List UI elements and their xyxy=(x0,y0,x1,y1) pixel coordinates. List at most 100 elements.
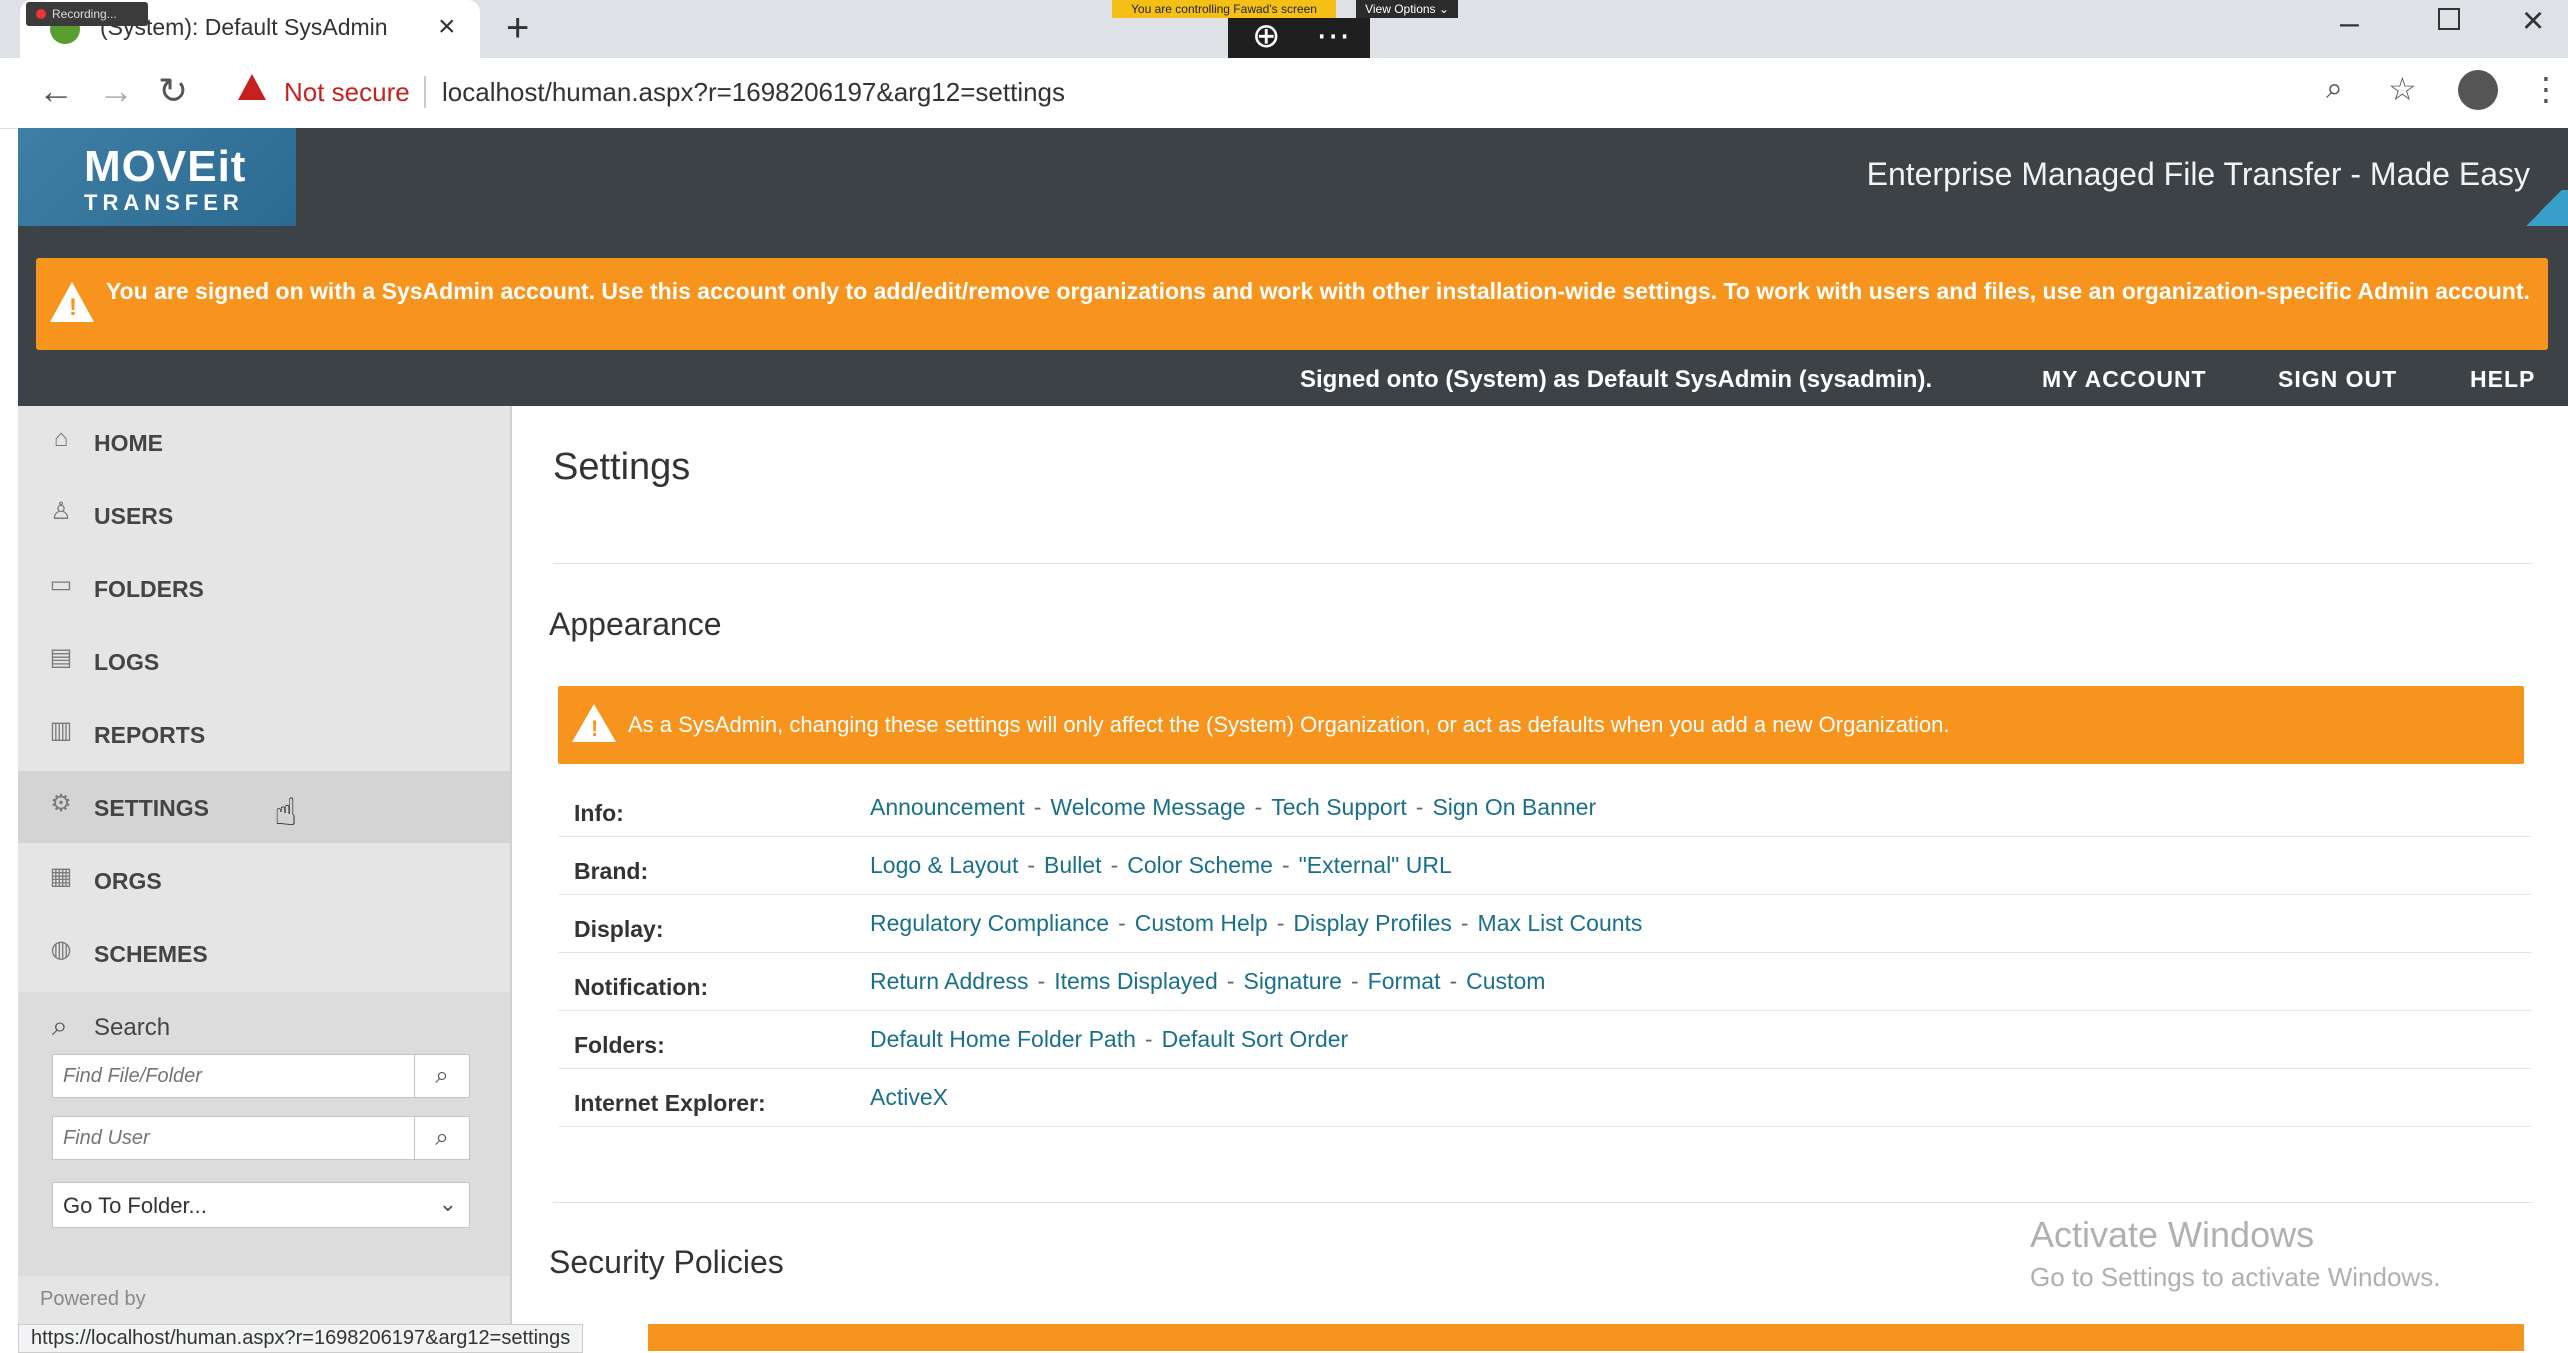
sidebar-item-label: HOME xyxy=(94,430,163,456)
help-link[interactable]: HELP xyxy=(2470,366,2535,393)
settings-link[interactable]: Announcement xyxy=(870,794,1025,820)
settings-link[interactable]: Signature xyxy=(1244,968,1342,994)
sidebar-item-label: SCHEMES xyxy=(94,941,208,967)
sidebar-item-schemes[interactable]: ◍ SCHEMES xyxy=(18,917,510,989)
settings-link[interactable]: Bullet xyxy=(1044,852,1102,878)
zoom-icon[interactable]: ⌕ xyxy=(2326,72,2343,106)
search-title: Search xyxy=(94,1014,171,1041)
security-policies-title: Security Policies xyxy=(549,1244,784,1280)
settings-link[interactable]: Max List Counts xyxy=(1478,910,1643,936)
search-panel: ⌕ Search ⌕ ⌕ xyxy=(18,992,510,1276)
link-separator: - xyxy=(1281,852,1290,878)
header-tagline: Enterprise Managed File Transfer - Made … xyxy=(1866,156,2530,192)
window-close-icon[interactable]: × xyxy=(2522,0,2544,43)
find-file-box: ⌕ xyxy=(52,1054,470,1098)
activate-windows-title: Activate Windows xyxy=(2030,1214,2315,1255)
find-file-search-icon[interactable]: ⌕ xyxy=(414,1055,469,1097)
settings-link[interactable]: Tech Support xyxy=(1271,794,1407,820)
more-options-icon[interactable]: ⋯ xyxy=(1316,16,1350,56)
link-separator: - xyxy=(1415,794,1424,820)
settings-link[interactable]: Color Scheme xyxy=(1127,852,1273,878)
powered-by-label: Powered by xyxy=(40,1288,146,1310)
link-separator: - xyxy=(1027,852,1036,878)
settings-link[interactable]: Logo & Layout xyxy=(870,852,1018,878)
sysadmin-warning-alert: ! You are signed on with a SysAdmin acco… xyxy=(36,258,2548,350)
settings-link[interactable]: Default Sort Order xyxy=(1162,1026,1349,1052)
log-icon: ▤ xyxy=(49,644,73,671)
settings-row-links: Return Address - Items Displayed - Signature… xyxy=(870,968,1545,995)
sysadmin-warning-text: You are signed on with a SysAdmin accoun… xyxy=(106,278,2530,304)
find-user-search-icon[interactable]: ⌕ xyxy=(414,1117,469,1159)
settings-link[interactable]: Display Profiles xyxy=(1293,910,1452,936)
zoom-in-icon[interactable]: ⊕ xyxy=(1252,16,1281,56)
sidebar-item-logs[interactable]: ▤ LOGS xyxy=(18,625,510,697)
activate-windows-subtitle: Go to Settings to activate Windows. xyxy=(2030,1262,2441,1292)
divider xyxy=(553,563,2533,564)
window-restore-icon[interactable] xyxy=(2438,8,2460,30)
forward-arrow-icon[interactable]: → xyxy=(98,70,134,112)
find-user-box: ⌕ xyxy=(52,1116,470,1160)
security-warning-icon xyxy=(238,74,266,100)
new-tab-icon[interactable]: + xyxy=(506,6,529,51)
user-icon: ♙ xyxy=(50,498,72,525)
settings-row-links: Announcement - Welcome Message - Tech Suppor… xyxy=(870,794,1596,821)
link-separator: - xyxy=(1254,794,1263,820)
signed-on-status: Signed onto (System) as Default SysAdmin… xyxy=(1300,366,1933,393)
link-separator: - xyxy=(1460,910,1469,936)
settings-row-label: Folders: xyxy=(574,1032,665,1058)
settings-row-label: Notification: xyxy=(574,974,709,1000)
link-separator: - xyxy=(1118,910,1126,936)
find-file-input[interactable] xyxy=(53,1055,415,1097)
reload-icon[interactable]: ↻ xyxy=(158,70,188,112)
sidebar-item-orgs[interactable]: ▦ ORGS xyxy=(18,844,510,916)
settings-link[interactable]: Default Home Folder Path xyxy=(870,1026,1136,1052)
settings-link[interactable]: Sign On Banner xyxy=(1432,794,1596,820)
window-minimize-icon[interactable]: – xyxy=(2340,4,2359,43)
settings-link[interactable]: Welcome Message xyxy=(1050,794,1245,820)
moveit-logo[interactable]: MOVEit TRANSFER xyxy=(18,128,296,226)
remote-zoom-toolbar: ⊕ ⋯ xyxy=(1228,16,1370,58)
link-separator: - xyxy=(1350,968,1359,994)
not-secure-label[interactable]: Not secure xyxy=(284,77,410,108)
back-arrow-icon[interactable]: ← xyxy=(38,70,74,112)
home-icon: ⌂ xyxy=(53,425,69,452)
bookmark-star-icon[interactable]: ☆ xyxy=(2388,70,2417,108)
sidebar-item-home[interactable]: ⌂ HOME xyxy=(18,406,510,478)
settings-link[interactable]: Return Address xyxy=(870,968,1029,994)
settings-link[interactable]: Custom xyxy=(1466,968,1545,994)
hand-cursor-icon: ☝ xyxy=(274,792,298,834)
settings-link[interactable]: Custom Help xyxy=(1135,910,1268,936)
profile-avatar-icon[interactable] xyxy=(2458,70,2498,110)
chart-icon: ▥ xyxy=(49,717,73,744)
sidebar-item-reports[interactable]: ▥ REPORTS xyxy=(18,698,510,770)
settings-row: Internet Explorer: ActiveX xyxy=(558,1068,2532,1127)
view-options-button[interactable]: View Options ⌄ xyxy=(1356,0,1458,18)
go-to-folder-value: Go To Folder... xyxy=(63,1193,207,1218)
sidebar-item-users[interactable]: ♙ USERS xyxy=(18,479,510,551)
divider xyxy=(553,1202,2533,1203)
settings-link[interactable]: Format xyxy=(1368,968,1441,994)
url-field[interactable]: localhost/human.aspx?r=1698206197&arg12=… xyxy=(442,77,1065,108)
settings-link[interactable]: Items Displayed xyxy=(1054,968,1218,994)
link-hover-status: https://localhost/human.aspx?r=169820619… xyxy=(18,1324,584,1353)
browser-menu-icon[interactable]: ⋮ xyxy=(2530,70,2562,108)
sidebar-item-folders[interactable]: ▭ FOLDERS xyxy=(18,552,510,624)
close-tab-icon[interactable]: × xyxy=(438,10,456,44)
sidebar-item-settings[interactable]: ⚙ SETTINGS xyxy=(18,771,510,843)
my-account-link[interactable]: MY ACCOUNT xyxy=(2042,366,2207,393)
scheme-icon: ◍ xyxy=(50,936,72,963)
settings-row-links: Regulatory Compliance - Custom Help - Displa… xyxy=(870,910,1642,937)
settings-row: Display: Regulatory Compliance - Custom Hel… xyxy=(558,894,2532,953)
link-separator: - xyxy=(1226,968,1235,994)
link-separator: - xyxy=(1110,852,1119,878)
link-separator: - xyxy=(1276,910,1285,936)
settings-link[interactable]: ActiveX xyxy=(870,1084,948,1110)
sidebar-item-label: ORGS xyxy=(94,868,162,894)
link-separator: - xyxy=(1033,794,1042,820)
sign-out-link[interactable]: SIGN OUT xyxy=(2278,366,2397,393)
go-to-folder-select[interactable]: Go To Folder... ⌄ xyxy=(52,1182,470,1228)
settings-link[interactable]: "External" URL xyxy=(1299,852,1452,878)
find-user-input[interactable] xyxy=(53,1117,415,1159)
sidebar-item-label: USERS xyxy=(94,503,174,529)
settings-link[interactable]: Regulatory Compliance xyxy=(870,910,1109,936)
